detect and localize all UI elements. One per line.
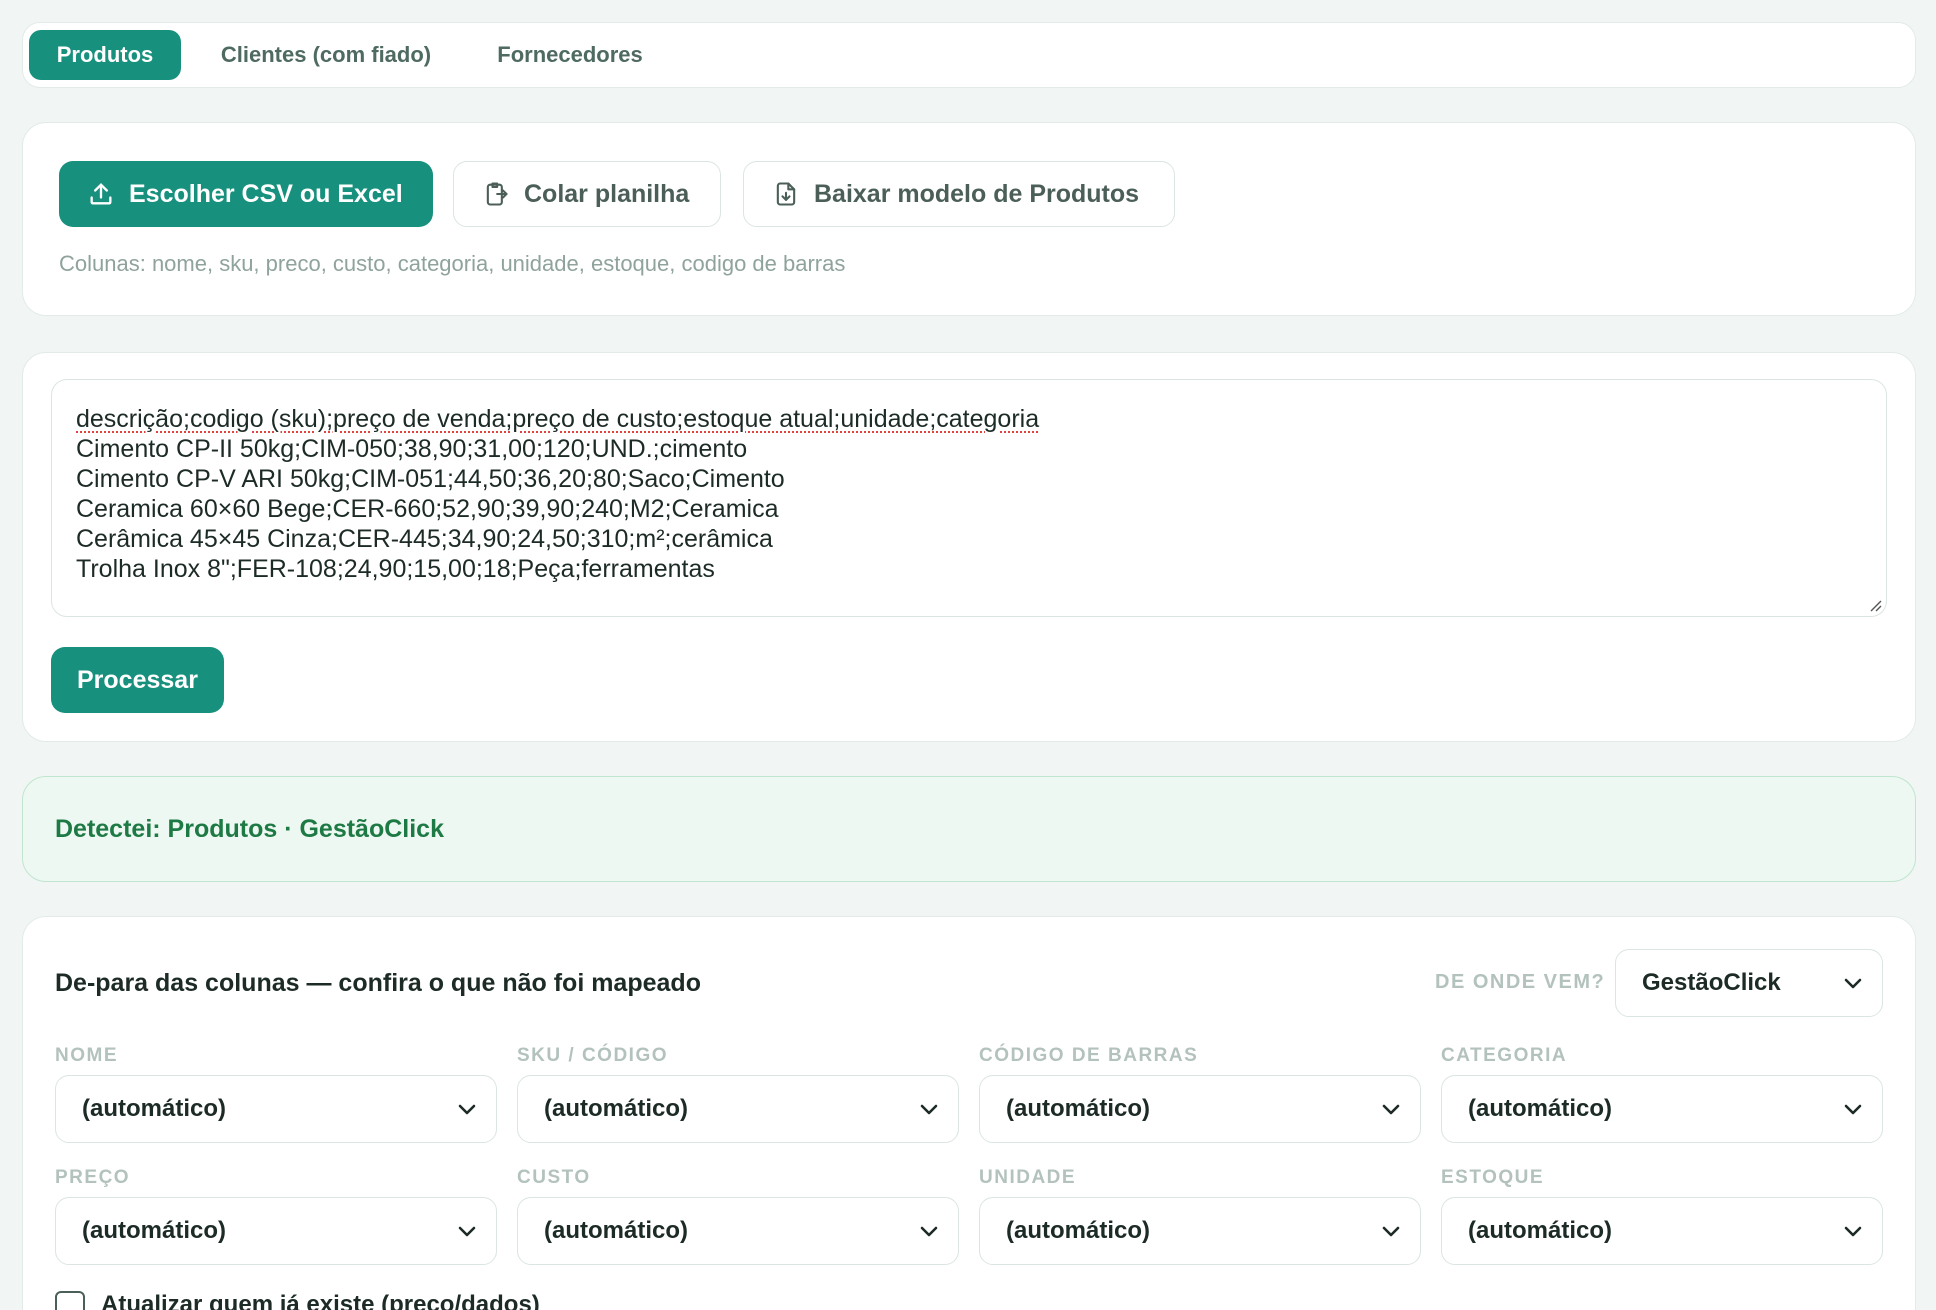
update-existing-label[interactable]: Atualizar quem já existe (preço/dados): [101, 1291, 540, 1310]
tab-clientes[interactable]: Clientes (com fiado): [201, 30, 451, 80]
select-value: (automático): [1468, 1095, 1612, 1122]
chevron-down-icon: [920, 1226, 938, 1237]
paste-sheet-button[interactable]: Colar planilha: [453, 161, 721, 227]
select-preco[interactable]: (automático): [55, 1197, 497, 1265]
select-value: (automático): [82, 1095, 226, 1122]
tab-bar: Produtos Clientes (com fiado) Fornecedor…: [22, 22, 1916, 88]
mapping-card: De-para das colunas — confira o que não …: [22, 916, 1916, 1310]
columns-hint: Colunas: nome, sku, preco, custo, catego…: [59, 251, 846, 276]
chevron-down-icon: [1844, 978, 1862, 989]
resize-handle-icon[interactable]: [1868, 598, 1882, 612]
field-label-barcode: CÓDIGO DE BARRAS: [979, 1045, 1199, 1066]
select-value: (automático): [544, 1095, 688, 1122]
select-estoque[interactable]: (automático): [1441, 1197, 1883, 1265]
upload-icon: [90, 183, 112, 205]
field-label-estoque: ESTOQUE: [1441, 1167, 1545, 1188]
paste-line: descrição;codigo (sku);preço de venda;pr…: [76, 405, 1040, 433]
select-categoria[interactable]: (automático): [1441, 1075, 1883, 1143]
file-download-icon: [776, 182, 796, 206]
choose-file-button[interactable]: Escolher CSV ou Excel: [59, 161, 433, 227]
select-value: (automático): [1006, 1095, 1150, 1122]
select-value: (automático): [82, 1217, 226, 1244]
choose-file-label: Escolher CSV ou Excel: [129, 179, 403, 208]
download-template-label: Baixar modelo de Produtos: [814, 179, 1140, 208]
select-value: (automático): [1468, 1217, 1612, 1244]
field-label-unidade: UNIDADE: [979, 1167, 1077, 1188]
download-template-button[interactable]: Baixar modelo de Produtos: [743, 161, 1175, 227]
paste-line: Cimento CP-V ARI 50kg;CIM-051;44,50;36,2…: [76, 465, 785, 493]
mapping-title: De-para das colunas — confira o que não …: [55, 969, 701, 997]
select-value: (automático): [544, 1217, 688, 1244]
paste-line: Trolha Inox 8";FER-108;24,90;15,00;18;Pe…: [76, 555, 715, 583]
paste-line: Cerâmica 45×45 Cinza;CER-445;34,90;24,50…: [76, 525, 773, 553]
field-label-categoria: CATEGORIA: [1441, 1045, 1568, 1066]
chevron-down-icon: [1844, 1104, 1862, 1115]
chevron-down-icon: [1382, 1226, 1400, 1237]
update-existing-checkbox[interactable]: [55, 1291, 85, 1310]
select-unidade[interactable]: (automático): [979, 1197, 1421, 1265]
tab-fornecedores[interactable]: Fornecedores: [475, 30, 665, 80]
select-nome[interactable]: (automático): [55, 1075, 497, 1143]
field-label-custo: CUSTO: [517, 1167, 591, 1188]
select-custo[interactable]: (automático): [517, 1197, 959, 1265]
source-label: DE ONDE VEM?: [1435, 971, 1606, 993]
paste-line: Cimento CP-II 50kg;CIM-050;38,90;31,00;1…: [76, 435, 748, 463]
source-select-value: GestãoClick: [1642, 969, 1781, 996]
chevron-down-icon: [1844, 1226, 1862, 1237]
chevron-down-icon: [458, 1104, 476, 1115]
field-label-preco: PREÇO: [55, 1167, 131, 1188]
select-value: (automático): [1006, 1217, 1150, 1244]
detection-banner: Detectei: Produtos · GestãoClick: [22, 776, 1916, 882]
field-label-nome: NOME: [55, 1045, 118, 1066]
clipboard-icon: [486, 182, 508, 206]
import-card: Escolher CSV ou Excel Colar planilha Bai…: [22, 122, 1916, 316]
chevron-down-icon: [1382, 1104, 1400, 1115]
paste-textarea[interactable]: descrição;codigo (sku);preço de venda;pr…: [51, 379, 1887, 617]
select-sku[interactable]: (automático): [517, 1075, 959, 1143]
chevron-down-icon: [458, 1226, 476, 1237]
paste-sheet-label: Colar planilha: [524, 179, 690, 208]
chevron-down-icon: [920, 1104, 938, 1115]
field-label-sku: SKU / CÓDIGO: [517, 1045, 669, 1066]
paste-card: descrição;codigo (sku);preço de venda;pr…: [22, 352, 1916, 742]
source-select[interactable]: GestãoClick: [1615, 949, 1883, 1017]
detection-text: Detectei: Produtos · GestãoClick: [55, 815, 444, 843]
paste-line: Ceramica 60×60 Bege;CER-660;52,90;39,90;…: [76, 495, 779, 523]
select-barcode[interactable]: (automático): [979, 1075, 1421, 1143]
process-button[interactable]: Processar: [51, 647, 224, 713]
tab-produtos[interactable]: Produtos: [29, 30, 181, 80]
